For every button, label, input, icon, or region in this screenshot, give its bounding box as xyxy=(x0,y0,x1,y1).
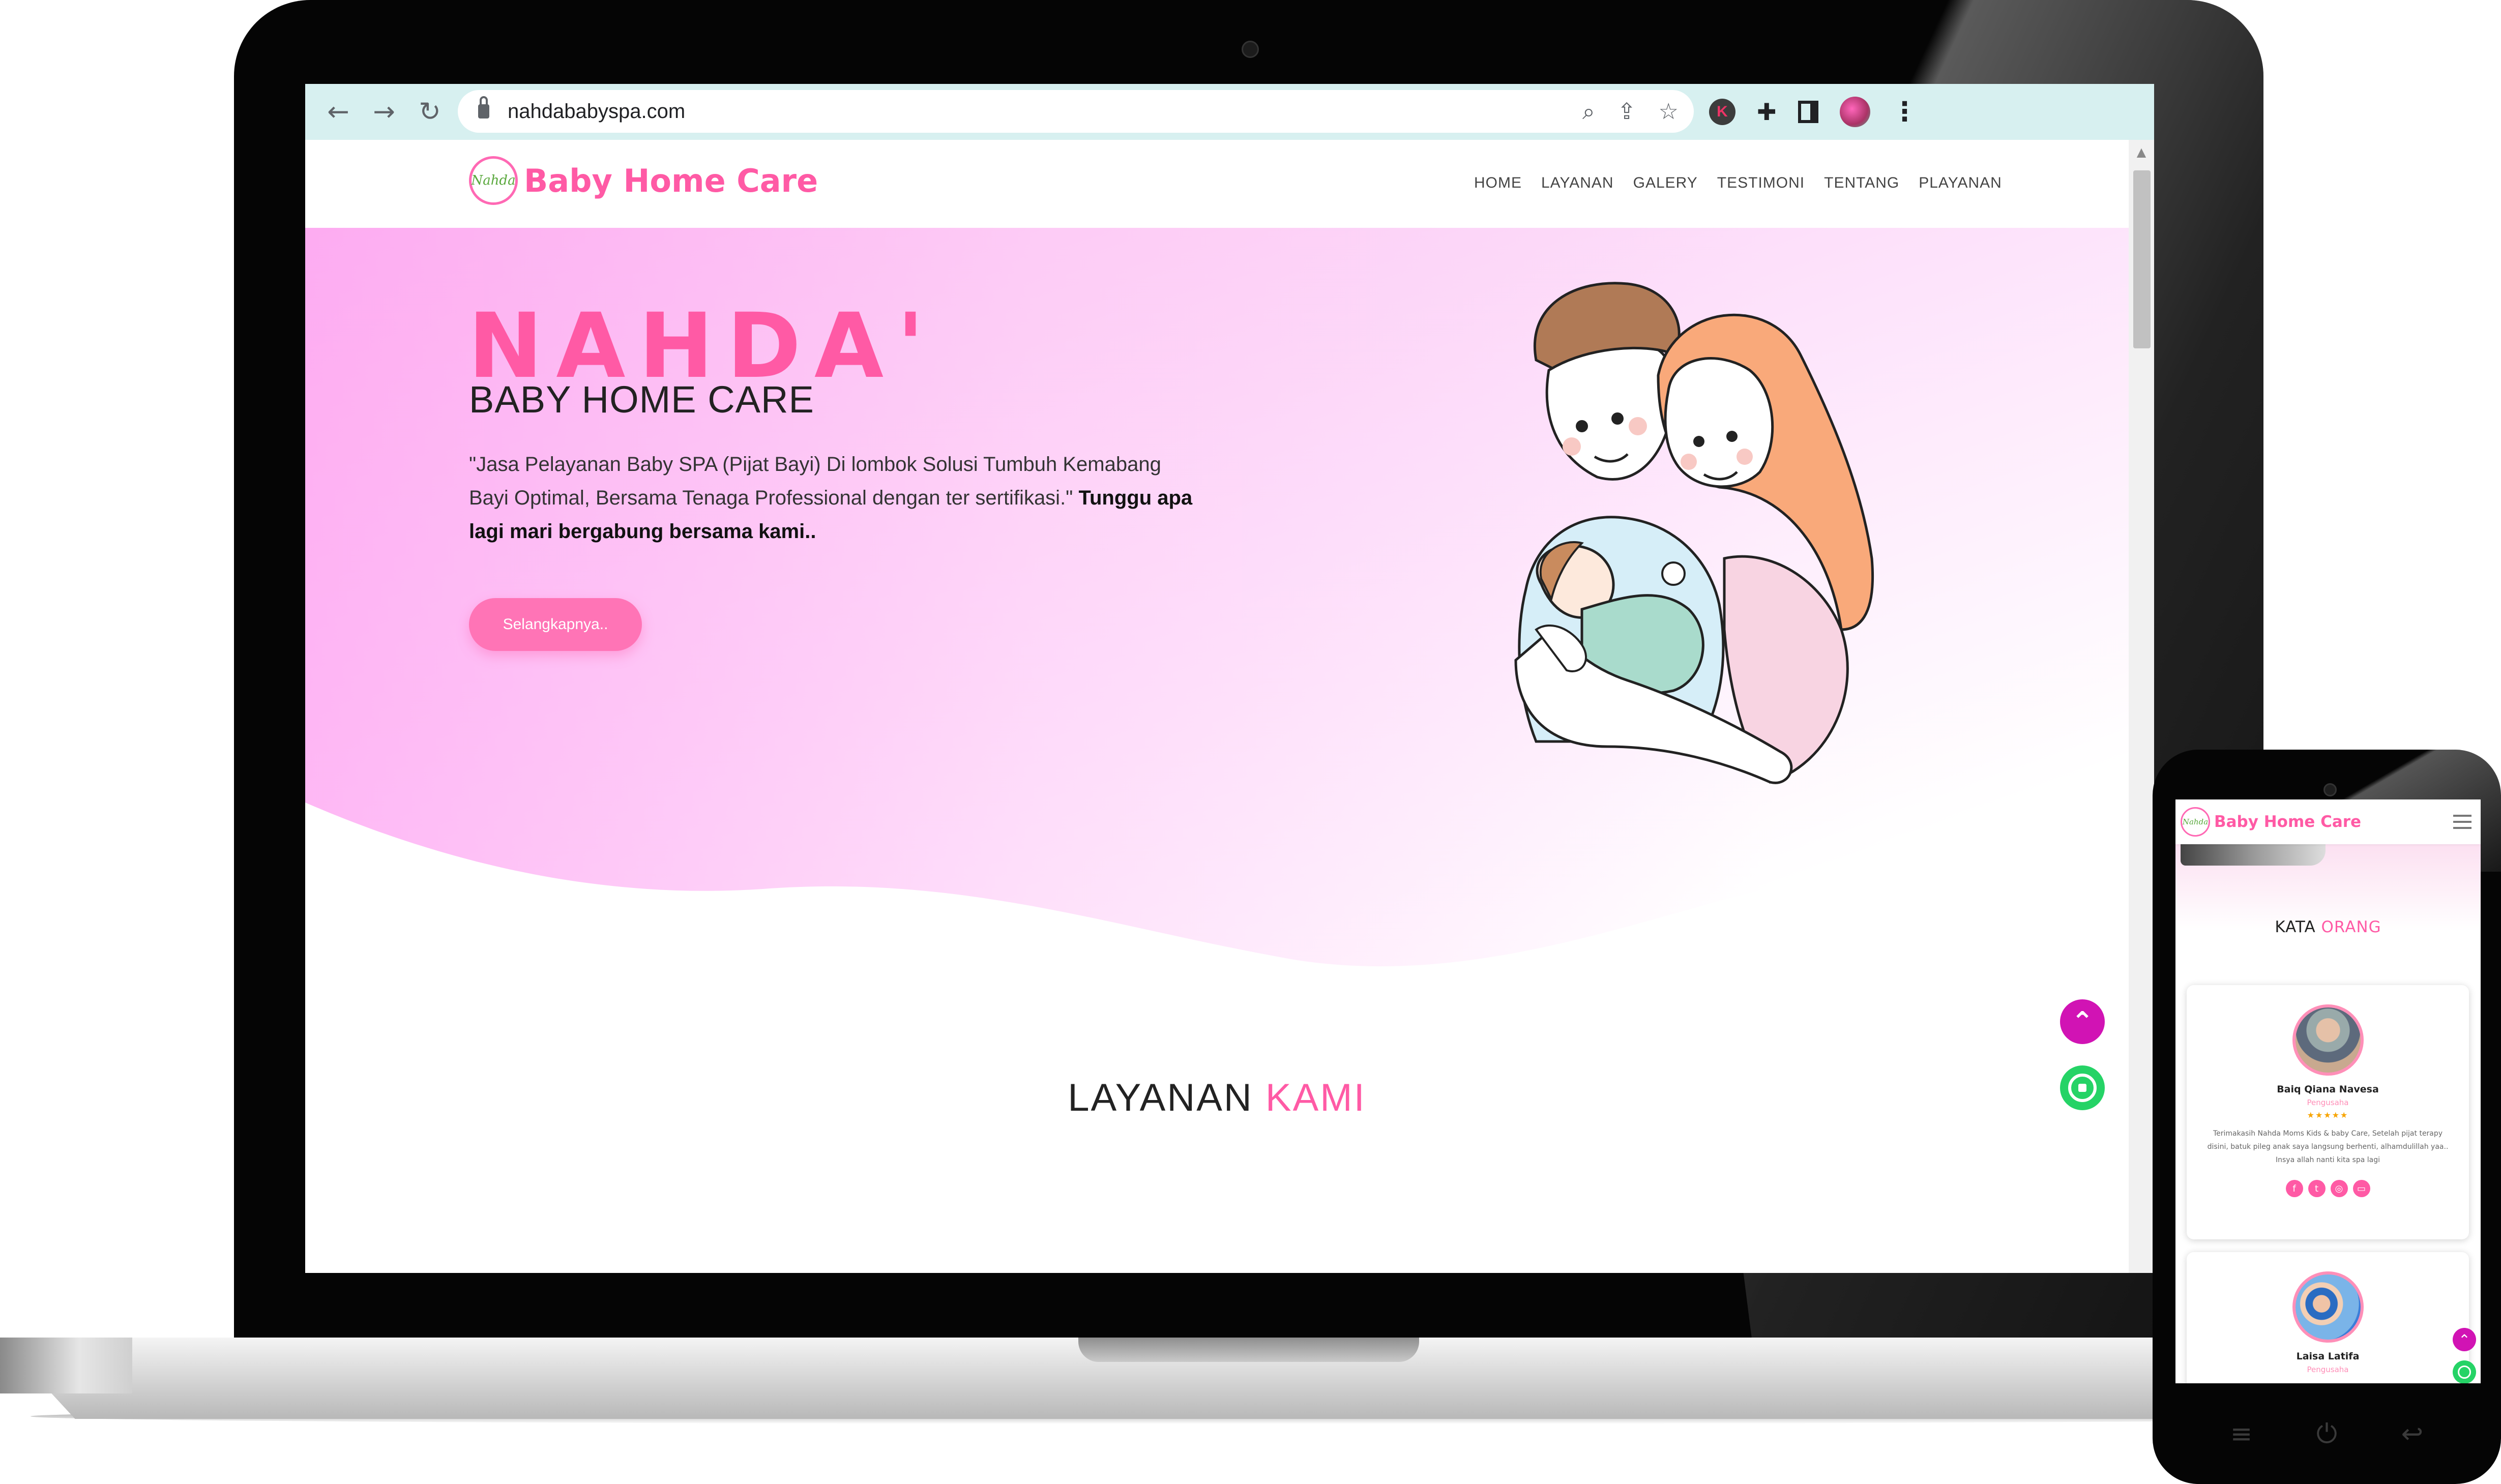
bookmark-star-icon[interactable]: ☆ xyxy=(1659,99,1679,125)
menu-testimoni[interactable]: TESTIMONI xyxy=(1717,174,1805,192)
menu-tentang[interactable]: TENTANG xyxy=(1824,174,1899,192)
testimonial-text: Terimakasih Nahda Moms Kids & baby Care,… xyxy=(2207,1130,2449,1164)
testimonial-card: Baiq Qiana Navesa Pengusaha ★★★★★ Terima… xyxy=(2187,985,2469,1239)
testimonial-socials: f t ◎ ▭ xyxy=(2187,1180,2469,1197)
mobile-navbar: Nahda Baby Home Care xyxy=(2175,799,2481,844)
zoom-icon[interactable]: ⌕ xyxy=(1582,99,1595,125)
menu-playanan[interactable]: PLAYANAN xyxy=(1919,174,2002,192)
testimonial-avatar xyxy=(2292,1004,2364,1076)
site-logo[interactable]: Nahda Baby Home Care xyxy=(469,156,818,205)
menu-layanan[interactable]: LAYANAN xyxy=(1541,174,1614,192)
laptop-hinge-notch xyxy=(1078,1338,1419,1362)
mobile-section-title-dark: KATA xyxy=(2275,918,2321,936)
forward-arrow-icon[interactable]: → xyxy=(361,84,407,140)
puzzle-extensions-icon[interactable]: ✚ xyxy=(1757,98,1777,126)
scrollbar-thumb[interactable] xyxy=(2133,170,2151,348)
address-bar[interactable]: nahdababyspa.com ⌕ ⇪ ☆ xyxy=(458,90,1694,133)
mockup-stage: ← → ↻ nahdababyspa.com ⌕ ⇪ ☆ K ✚ ⋮ Nahda… xyxy=(0,0,2501,1484)
testimonial-name: Laisa Latifa xyxy=(2296,1351,2360,1362)
logo-text: Baby Home Care xyxy=(524,162,818,199)
testimonial-avatar xyxy=(2292,1271,2364,1343)
share-icon[interactable]: ⇪ xyxy=(1617,99,1636,125)
power-icon[interactable]: ⏻ xyxy=(2316,1419,2337,1450)
hero-description: "Jasa Pelayanan Baby SPA (Pijat Bayi) Di… xyxy=(469,448,1201,548)
family-illustration xyxy=(1514,282,1874,784)
mobile-section-title-pink: ORANG xyxy=(2321,918,2381,936)
instagram-icon[interactable]: ◎ xyxy=(2330,1180,2348,1197)
mobile-logo-badge[interactable]: Nahda xyxy=(2181,807,2210,837)
mobile-section-title: KATA ORANG xyxy=(2175,918,2481,936)
testimonial-role: Pengusaha xyxy=(2307,1365,2349,1374)
menu-galery[interactable]: GALERY xyxy=(1633,174,1698,192)
address-url[interactable]: nahdababyspa.com xyxy=(508,100,685,123)
hero-section: NAHDA' BABY HOME CARE "Jasa Pelayanan Ba… xyxy=(305,228,2129,970)
back-arrow-icon[interactable]: ← xyxy=(315,84,361,140)
testimonial-name: Baiq Qiana Navesa xyxy=(2277,1084,2379,1095)
extension-k-icon[interactable]: K xyxy=(1709,99,1735,125)
phone-hardware-buttons: ≡ ⏻ ↩ xyxy=(2153,1396,2501,1472)
scroll-up-arrow-icon[interactable]: ▲ xyxy=(2134,145,2149,160)
laptop-webcam xyxy=(1242,41,1259,58)
lock-icon[interactable] xyxy=(478,96,489,118)
section-title-layanan: LAYANAN KAMI xyxy=(305,1076,2129,1120)
hero-description-text: "Jasa Pelayanan Baby SPA (Pijat Bayi) Di… xyxy=(469,453,1161,509)
reload-icon[interactable]: ↻ xyxy=(407,84,453,140)
youtube-icon[interactable]: ▭ xyxy=(2352,1180,2370,1197)
double-chevron-up-icon: ⌃ xyxy=(2071,1006,2094,1037)
mobile-photo-fragment xyxy=(2181,844,2326,866)
browser-toolbar: ← → ↻ nahdababyspa.com ⌕ ⇪ ☆ K ✚ ⋮ xyxy=(305,84,2154,140)
testimonial-card: Laisa Latifa Pengusaha xyxy=(2187,1252,2469,1383)
section-title-pink: KAMI xyxy=(1265,1076,1366,1119)
mobile-scroll-top-button[interactable]: ⌃ xyxy=(2453,1328,2476,1351)
whatsapp-icon xyxy=(2068,1074,2097,1102)
profile-avatar[interactable] xyxy=(1839,97,1870,127)
testimonial-role: Pengusaha xyxy=(2307,1098,2349,1107)
double-chevron-up-icon: ⌃ xyxy=(2458,1331,2470,1348)
read-more-button[interactable]: Selangkapnya.. xyxy=(469,598,642,651)
phone-camera xyxy=(2323,783,2337,796)
omnibox-actions: ⌕ ⇪ ☆ xyxy=(1582,90,1679,133)
hero-subtitle: BABY HOME CARE xyxy=(469,378,814,421)
extensions-area: K ✚ ⋮ xyxy=(1709,84,1918,140)
section-title-dark: LAYANAN xyxy=(1068,1076,1266,1119)
site-navbar: Nahda Baby Home Care HOME LAYANAN GALERY… xyxy=(305,140,2129,228)
phone-screen: Nahda Baby Home Care KATA ORANG Baiq Qia… xyxy=(2175,799,2481,1383)
side-panel-icon[interactable] xyxy=(1798,101,1818,123)
hamburger-menu-icon[interactable] xyxy=(2453,815,2471,829)
kebab-menu-icon[interactable]: ⋮ xyxy=(1892,97,1918,127)
mobile-whatsapp-button[interactable] xyxy=(2453,1360,2476,1383)
menu-lines-icon[interactable]: ≡ xyxy=(2230,1419,2253,1449)
website-viewport: Nahda Baby Home Care HOME LAYANAN GALERY… xyxy=(305,140,2154,1273)
mobile-logo-text[interactable]: Baby Home Care xyxy=(2214,813,2361,831)
whatsapp-button[interactable] xyxy=(2060,1065,2105,1110)
menu-home[interactable]: HOME xyxy=(1474,174,1522,192)
facebook-icon[interactable]: f xyxy=(2285,1180,2303,1197)
twitter-icon[interactable]: t xyxy=(2308,1180,2326,1197)
testimonial-stars: ★★★★★ xyxy=(2307,1110,2349,1120)
logo-badge: Nahda xyxy=(469,156,518,205)
scroll-top-button[interactable]: ⌃ xyxy=(2060,999,2105,1044)
back-icon[interactable]: ↩ xyxy=(2401,1419,2424,1449)
laptop-base-edge xyxy=(0,1338,132,1393)
main-menu: HOME LAYANAN GALERY TESTIMONI TENTANG PL… xyxy=(1474,174,2002,192)
laptop-screen: ← → ↻ nahdababyspa.com ⌕ ⇪ ☆ K ✚ ⋮ Nahda… xyxy=(305,84,2154,1273)
